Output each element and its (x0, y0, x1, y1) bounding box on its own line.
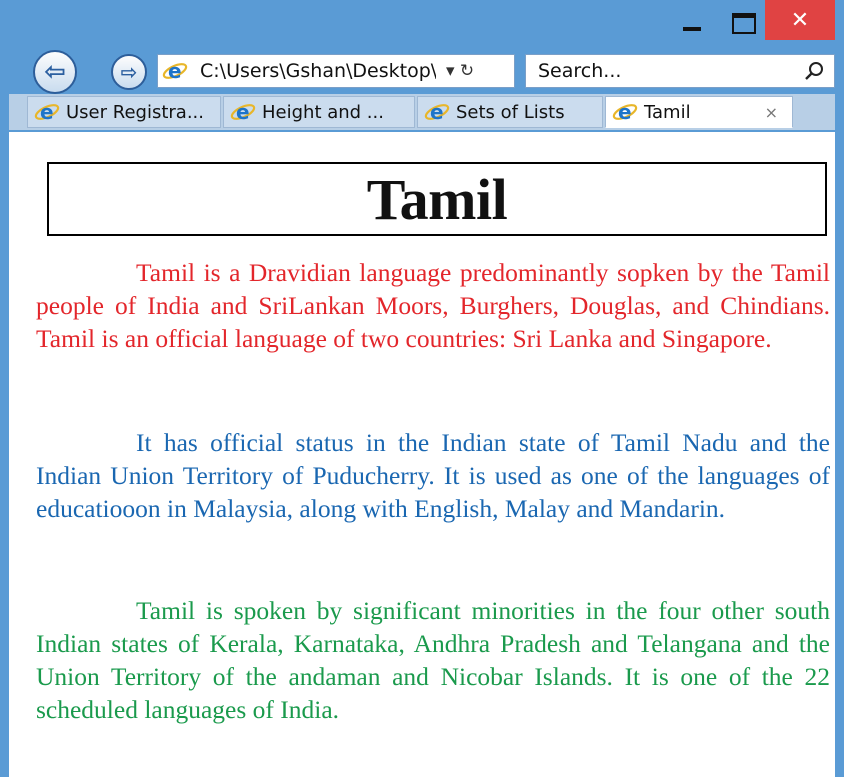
tab-label: Tamil (644, 101, 691, 123)
address-controls[interactable]: ▾ ↻ (446, 61, 474, 81)
search-input[interactable]: Search... (538, 60, 621, 82)
navigation-bar: ⇦ ⇨ e C:\Users\Gshan\Desktop\ ▾ ↻ Search… (9, 48, 835, 94)
internet-explorer-icon: e (34, 100, 60, 124)
page-content: Tamil Tamil is a Dravidian language pred… (9, 132, 835, 777)
back-button[interactable]: ⇦ (33, 50, 77, 94)
minimize-icon (683, 27, 701, 31)
svg-text:e: e (236, 100, 250, 124)
tab-height-and[interactable]: e Height and ... (223, 96, 415, 128)
arrow-left-icon: ⇦ (44, 57, 66, 87)
maximize-icon (732, 12, 756, 34)
tab-user-registration[interactable]: e User Registra... (27, 96, 221, 128)
svg-text:e: e (430, 100, 444, 124)
paragraph-3: Tamil is spoken by significant minoritie… (36, 596, 830, 724)
search-box[interactable]: Search... (525, 54, 835, 88)
heading-box: Tamil (47, 162, 827, 236)
internet-explorer-icon: e (612, 100, 638, 124)
svg-text:e: e (618, 100, 632, 124)
internet-explorer-icon: e (424, 100, 450, 124)
tab-label: Sets of Lists (456, 101, 565, 123)
forward-button[interactable]: ⇨ (111, 54, 147, 90)
close-icon: ✕ (790, 7, 810, 33)
title-bar: ✕ (9, 0, 835, 48)
paragraph-1: Tamil is a Dravidian language predominan… (36, 258, 830, 353)
search-icon[interactable] (804, 61, 824, 86)
close-window-button[interactable]: ✕ (765, 0, 835, 40)
close-tab-icon[interactable]: × (765, 103, 778, 122)
minimize-button[interactable] (669, 6, 715, 40)
page-title: Tamil (366, 166, 508, 232)
arrow-right-icon: ⇨ (120, 60, 138, 84)
tab-label: User Registra... (66, 101, 204, 123)
svg-text:e: e (168, 59, 182, 83)
internet-explorer-icon: e (162, 59, 188, 83)
maximize-button[interactable] (721, 6, 767, 40)
tab-sets-of-lists[interactable]: e Sets of Lists (417, 96, 603, 128)
address-text: C:\Users\Gshan\Desktop\ (200, 60, 436, 82)
tab-label: Height and ... (262, 101, 384, 123)
tab-tamil[interactable]: e Tamil × (605, 96, 793, 128)
svg-text:e: e (40, 100, 54, 124)
tab-strip: e User Registra... e Height and ... e Se… (9, 94, 835, 132)
internet-explorer-icon: e (230, 100, 256, 124)
address-bar[interactable]: e C:\Users\Gshan\Desktop\ ▾ ↻ (157, 54, 515, 88)
paragraph-2: It has official status in the Indian sta… (36, 428, 830, 523)
